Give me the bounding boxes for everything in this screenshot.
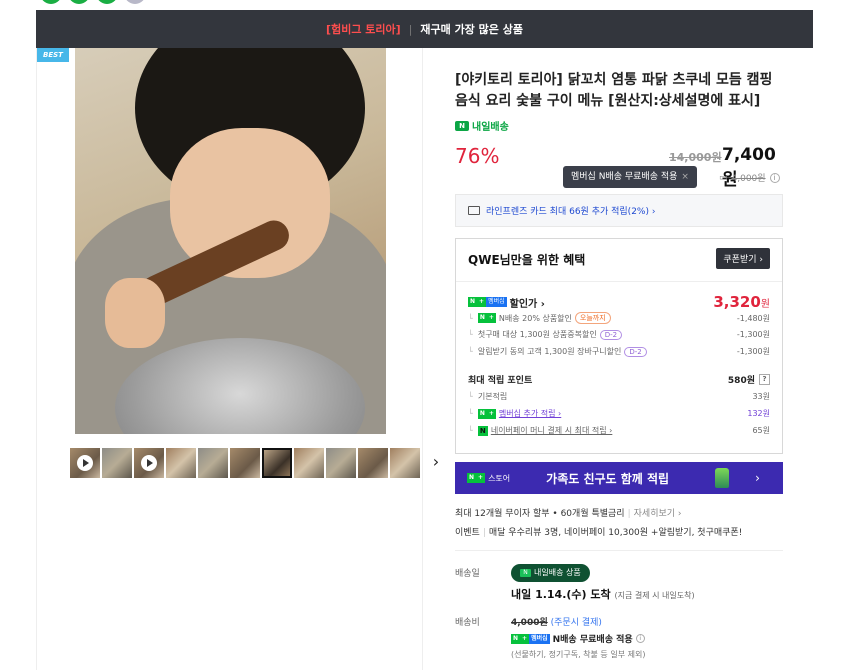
circle-icon[interactable] bbox=[96, 0, 118, 4]
benefit-box: QWE님만을 위한 혜택 쿠폰받기 › N + 멤버십 할인가 › 3,320원 └… bbox=[455, 238, 783, 454]
arrival-date: 내일 1.14.(수) 도착 (지금 결제 시 내일도착) bbox=[511, 588, 695, 601]
divider bbox=[456, 281, 782, 282]
installment-info: 최대 12개월 무이자 할부 • 60개월 특별금리 | 자세히보기 › bbox=[455, 509, 682, 519]
credit-card-icon bbox=[468, 206, 480, 215]
thumbnail-selected[interactable] bbox=[262, 448, 292, 478]
store-promo-banner[interactable]: N + 스토어 가족도 친구도 함께 적립 › bbox=[455, 462, 783, 494]
membership-price-value: 4,000원 bbox=[731, 174, 766, 184]
thumbnail[interactable] bbox=[358, 448, 388, 478]
sale-price-row[interactable]: N + 멤버십 할인가 › 3,320원 bbox=[468, 293, 770, 311]
deadline-tag: 오늘까지 bbox=[574, 312, 611, 324]
naverpay-icon: N bbox=[477, 425, 488, 436]
details-link[interactable]: 자세히보기 › bbox=[634, 509, 682, 519]
coupon-button[interactable]: 쿠폰받기 › bbox=[716, 248, 770, 269]
card-benefit-text: 라인프렌즈 카드 최대 66원 추가 적립(2%) › bbox=[486, 207, 656, 217]
shipping-date-label: 배송일 bbox=[455, 569, 480, 579]
thumbnail-strip: › bbox=[70, 448, 446, 478]
play-icon bbox=[141, 455, 157, 471]
bottle-icon bbox=[715, 468, 730, 488]
n-plus-badge: N + bbox=[477, 313, 496, 323]
benefit-sale-price: 3,320원 bbox=[713, 293, 770, 311]
event-info: 이벤트 | 매달 우수리뷰 3명, 네이버페이 10,300원 +알림받기, 첫구매… bbox=[455, 528, 743, 538]
deadline-tag: D-2 bbox=[599, 329, 623, 340]
membership-price: ▭ 4,000원 i bbox=[719, 171, 780, 184]
chevron-right-icon[interactable]: › bbox=[426, 448, 446, 478]
banner-text: 재구매 가장 많은 상품 bbox=[420, 23, 523, 36]
points-row: 최대 적립 포인트 580원? bbox=[468, 373, 770, 386]
point-detail-row[interactable]: └ N 네이버페이 머니 결제 시 최대 적립 › 65원 bbox=[468, 425, 770, 436]
original-price: 14,000원 bbox=[669, 151, 722, 164]
sale-label: 할인가 › bbox=[509, 298, 545, 310]
discount-rate: 76% bbox=[455, 144, 500, 168]
thumbnail[interactable] bbox=[230, 448, 260, 478]
shipping-fee-label: 배송비 bbox=[455, 618, 480, 628]
banner-separator: | bbox=[408, 22, 413, 36]
tomorrow-delivery-label: 내일배송 bbox=[472, 122, 509, 133]
divider bbox=[455, 550, 783, 551]
tomorrow-delivery-pill: N 내일배송 상품 bbox=[511, 564, 590, 582]
thumbnail-video[interactable] bbox=[70, 448, 100, 478]
store-brand: 스토어 bbox=[488, 473, 511, 483]
thumbnail[interactable] bbox=[102, 448, 132, 478]
promo-banner[interactable]: [험비그 토리아] | 재구매 가장 많은 상품 bbox=[36, 10, 813, 48]
circle-icon[interactable] bbox=[68, 0, 90, 4]
tomorrow-delivery-tag: N 내일배송 bbox=[455, 118, 509, 133]
free-shipping: N + 멤버십 N배송 무료배송 적용 i bbox=[511, 632, 645, 645]
product-title: [야키토리 토리아] 닭꼬치 염통 파닭 츠쿠네 모듬 캠핑 음식 요리 숯불 … bbox=[455, 72, 773, 109]
benefit-header: QWE님만을 위한 혜택 bbox=[468, 253, 586, 267]
thumbnail[interactable] bbox=[326, 448, 356, 478]
circle-icon[interactable] bbox=[124, 0, 146, 4]
thumbnail-video[interactable] bbox=[134, 448, 164, 478]
n-plus-badge: N + 멤버십 bbox=[511, 633, 550, 644]
thumbnail[interactable] bbox=[198, 448, 228, 478]
n-plus-badge: N + 멤버십 bbox=[468, 297, 507, 307]
tooltip-text: 멤버십 N배송 무료배송 적용 bbox=[571, 172, 678, 182]
info-icon[interactable]: i bbox=[635, 634, 645, 643]
banner-highlight: [험비그 토리아] bbox=[326, 23, 401, 36]
shipping-exclusion: (선물하기, 정기구독, 착불 등 일부 제외) bbox=[511, 650, 646, 659]
discount-row: └ N + N배송 20% 상품할인 오늘까지 -1,480원 bbox=[468, 312, 770, 324]
product-page: [험비그 토리아] | 재구매 가장 많은 상품 BEST › [야키토리 토리… bbox=[0, 0, 850, 670]
thumbnail[interactable] bbox=[166, 448, 196, 478]
membership-tooltip: 멤버십 N배송 무료배송 적용 × bbox=[563, 166, 697, 188]
thumbnail[interactable] bbox=[390, 448, 420, 478]
card-benefit[interactable]: 라인프렌즈 카드 최대 66원 추가 적립(2%) › bbox=[455, 194, 783, 227]
product-gallery: BEST › bbox=[36, 48, 439, 670]
thumbnail[interactable] bbox=[294, 448, 324, 478]
close-icon[interactable]: × bbox=[681, 172, 689, 182]
circle-icon[interactable] bbox=[40, 0, 62, 4]
truck-icon: N bbox=[455, 120, 469, 131]
info-icon[interactable]: i bbox=[769, 172, 780, 183]
chevron-right-icon: › bbox=[755, 471, 760, 485]
store-banner-text: 가족도 친구도 함께 적립 bbox=[546, 471, 670, 486]
main-product-image[interactable] bbox=[75, 48, 386, 434]
n-plus-badge: N + bbox=[467, 473, 486, 483]
help-icon[interactable]: ? bbox=[759, 374, 770, 385]
card-icon: ▭ bbox=[719, 172, 728, 183]
deadline-tag: D-2 bbox=[624, 346, 647, 357]
shipping-fee: 4,000원 (주문시 결제) bbox=[511, 618, 602, 628]
n-plus-badge: N + bbox=[477, 408, 496, 419]
best-badge: BEST bbox=[37, 48, 69, 62]
discount-row: └ 첫구매 대상 1,300원 상품중복할인 D-2 -1,300원 bbox=[468, 329, 770, 340]
point-detail-row[interactable]: └ N + 멤버십 추가 적립 › 132원 bbox=[468, 408, 770, 419]
discount-row: └ 알림받기 동의 고객 1,300원 장바구니할인 D-2 -1,300원 bbox=[468, 346, 770, 357]
top-icons bbox=[40, 0, 146, 4]
play-icon bbox=[77, 455, 93, 471]
truck-icon: N bbox=[520, 569, 531, 577]
point-detail-row: └ 기본적립 33원 bbox=[468, 392, 770, 401]
